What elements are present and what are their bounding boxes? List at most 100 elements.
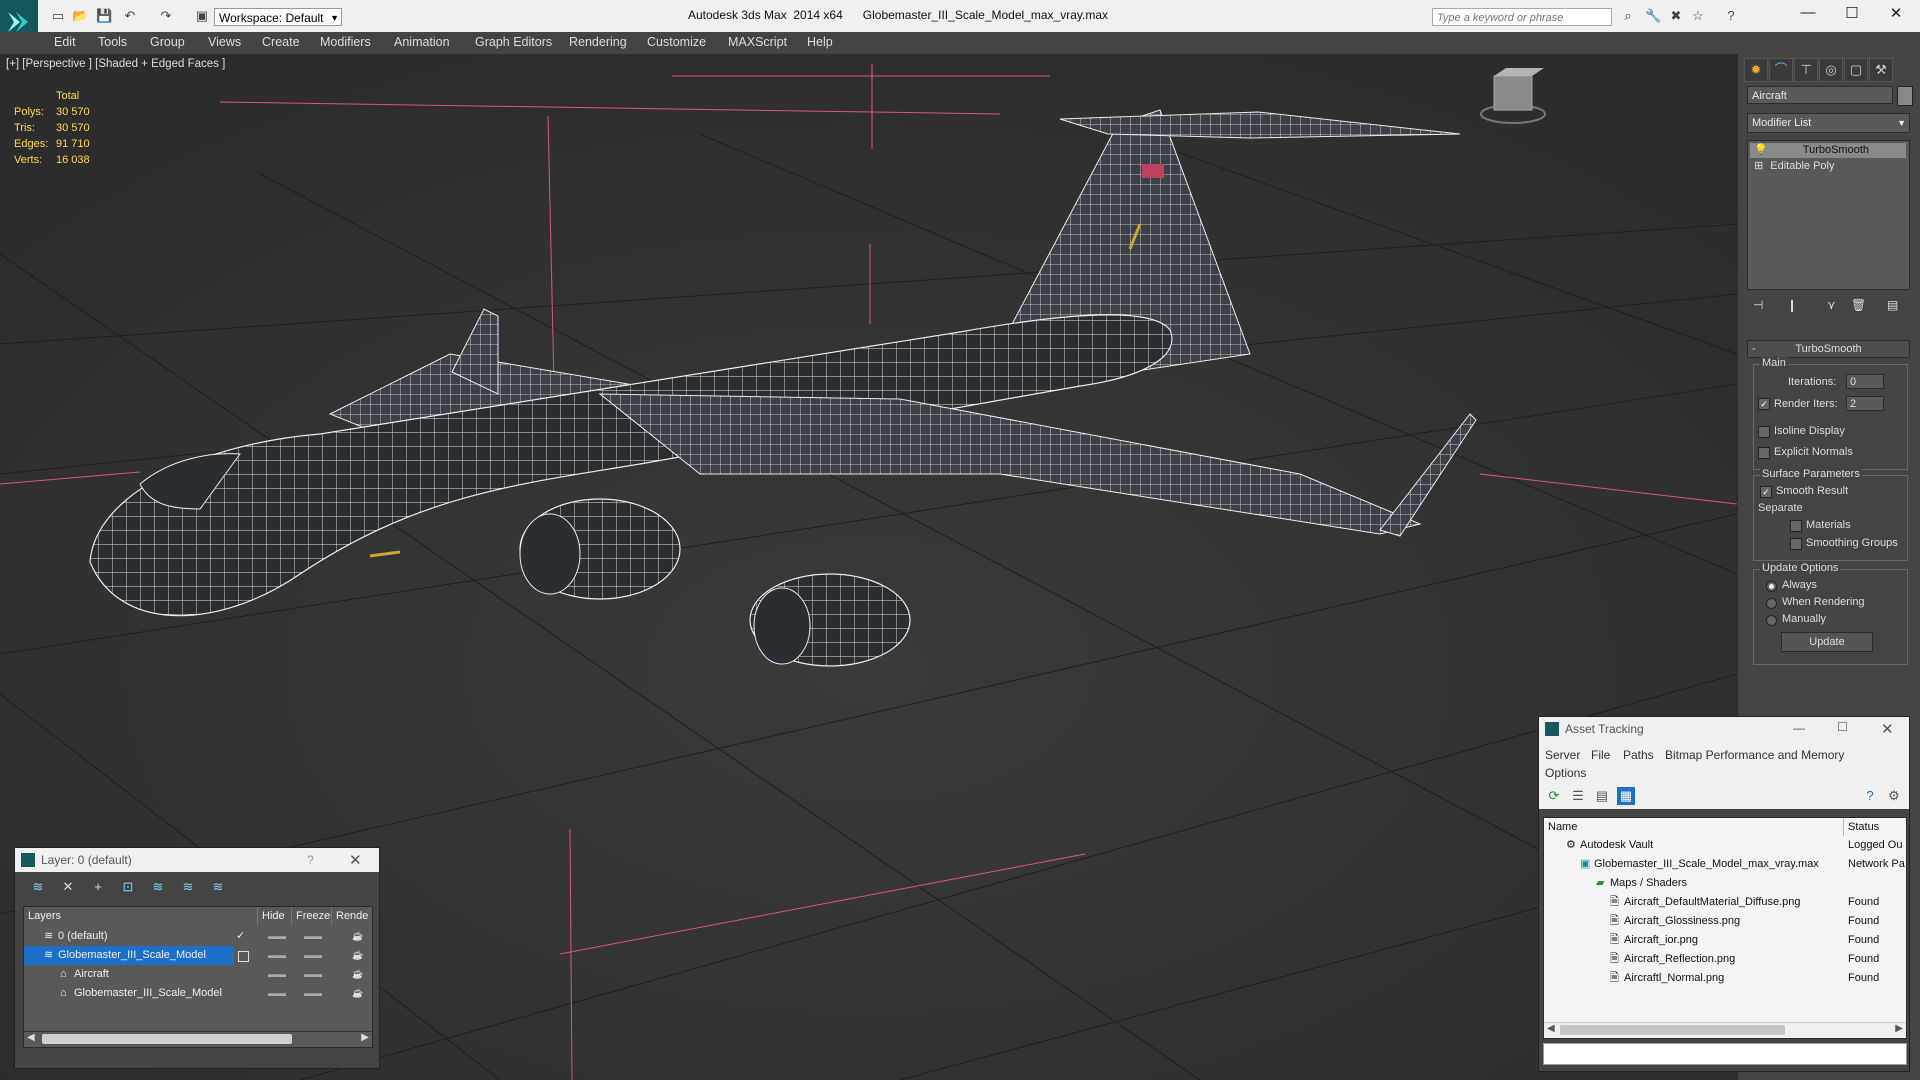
create-layer-icon[interactable]: ≋ <box>29 878 47 896</box>
make-unique-icon[interactable]: ⋎ <box>1827 298 1836 312</box>
asset-row[interactable]: 🗎 Aircraftl_Normal.png Found <box>1544 969 1906 988</box>
maximize-button[interactable]: ☐ <box>1832 4 1872 24</box>
menu-create[interactable]: Create <box>262 35 300 49</box>
settings-icon[interactable]: ⚙ <box>1885 787 1903 805</box>
render-teapot-icon[interactable]: ☕ <box>352 950 363 961</box>
menu-help[interactable]: Help <box>807 35 833 49</box>
render-teapot-icon[interactable]: ☕ <box>352 988 363 999</box>
save-icon[interactable]: 💾 <box>96 8 112 24</box>
menu-customize[interactable]: Customize <box>647 35 706 49</box>
modifier-list-dropdown[interactable]: Modifier List ▼ <box>1747 113 1910 133</box>
lightbulb-icon[interactable]: 💡 <box>1750 144 1772 156</box>
isoline-display-checkbox[interactable] <box>1758 426 1770 438</box>
render-iters-checkbox[interactable]: ✓ <box>1758 398 1770 410</box>
communication-icon[interactable]: ✖ <box>1668 8 1684 24</box>
set-current-layer-icon[interactable] <box>238 951 249 962</box>
active-layer-check-icon[interactable]: ✓ <box>236 927 245 946</box>
menu-graph-editors[interactable]: Graph Editors <box>475 35 552 49</box>
hide-all-layers-icon[interactable]: ≋ <box>179 878 197 896</box>
refresh-icon[interactable]: ⟳ <box>1545 787 1563 805</box>
hierarchy-tab-icon[interactable]: ⊤ <box>1794 58 1818 82</box>
render-teapot-icon[interactable]: ☕ <box>352 969 363 980</box>
pin-stack-icon[interactable]: ⊣ <box>1753 298 1763 312</box>
menu-modifiers[interactable]: Modifiers <box>320 35 371 49</box>
asset-row[interactable]: ▰ Maps / Shaders <box>1544 874 1906 893</box>
menu-bitmap-performance[interactable]: Bitmap Performance and Memory <box>1665 748 1844 762</box>
detail-view-icon[interactable]: ▤ <box>1593 787 1611 805</box>
manually-radio[interactable] <box>1766 615 1777 626</box>
remove-modifier-icon[interactable]: 🗑 <box>1851 298 1866 312</box>
asset-tracking-titlebar[interactable]: Asset Tracking — ☐ ✕ <box>1539 717 1909 743</box>
menu-animation[interactable]: Animation <box>394 35 450 49</box>
menu-file[interactable]: File <box>1591 748 1610 762</box>
add-to-layer-icon[interactable]: + <box>89 878 107 896</box>
iterations-spinner[interactable]: 0 <box>1846 374 1884 389</box>
smooth-result-checkbox[interactable]: ✓ <box>1760 486 1772 498</box>
freeze-toggle-2[interactable]: ▬▬ <box>304 950 322 960</box>
table-view-icon[interactable]: ▦ <box>1617 787 1635 805</box>
render-teapot-icon[interactable]: ☕ <box>352 931 363 942</box>
object-name-field[interactable]: Aircraft <box>1747 86 1893 104</box>
layer-dialog-titlebar[interactable]: Layer: 0 (default) ? ✕ <box>15 848 379 872</box>
open-file-icon[interactable]: 📂 <box>72 8 88 24</box>
update-button[interactable]: Update <box>1781 632 1873 652</box>
maximize-icon[interactable]: ☐ <box>1837 720 1848 734</box>
delete-layer-icon[interactable]: ✕ <box>59 878 77 896</box>
binoculars-icon[interactable]: ⌕ <box>1620 8 1636 24</box>
menu-options[interactable]: Options <box>1545 766 1586 780</box>
stack-item-editable-poly[interactable]: ⊞ Editable Poly <box>1750 159 1906 174</box>
menu-views[interactable]: Views <box>208 35 241 49</box>
asset-row[interactable]: 🗎 Aircraft_DefaultMaterial_Diffuse.png F… <box>1544 893 1906 912</box>
col-hide[interactable]: Hide <box>258 907 292 925</box>
asset-row[interactable]: 🗎 Aircraft_Glossiness.png Found <box>1544 912 1906 931</box>
smoothing-groups-checkbox[interactable] <box>1790 538 1802 550</box>
workspace-dropdown[interactable]: Workspace: Default ▼ <box>214 8 342 26</box>
col-layers[interactable]: Layers <box>24 907 258 925</box>
freeze-toggle-3[interactable]: ▬▬ <box>304 969 322 979</box>
hide-toggle-3[interactable]: ▬▬ <box>268 969 286 979</box>
freeze-toggle-1[interactable]: ▬▬ <box>304 931 322 941</box>
explicit-normals-checkbox[interactable] <box>1758 447 1770 459</box>
minimize-icon[interactable]: — <box>1793 721 1805 735</box>
turbosmooth-rollout-header[interactable]: - TurboSmooth <box>1747 340 1910 358</box>
hide-toggle-4[interactable]: ▬▬ <box>268 988 286 998</box>
list-view-icon[interactable]: ☰ <box>1569 787 1587 805</box>
modify-tab-icon[interactable]: ⌒ <box>1769 58 1793 82</box>
scroll-right-icon[interactable]: ▶ <box>361 1032 369 1043</box>
scroll-left-icon[interactable]: ◀ <box>27 1032 35 1043</box>
menu-server[interactable]: Server <box>1545 748 1580 762</box>
asset-row[interactable]: 🗎 Aircraft_Reflection.png Found <box>1544 950 1906 969</box>
close-icon[interactable]: ✕ <box>1881 720 1894 738</box>
stack-item-turbosmooth[interactable]: 💡 TurboSmooth <box>1750 143 1906 158</box>
minimize-button[interactable]: — <box>1788 4 1828 24</box>
highlight-layer-icon[interactable]: ≋ <box>149 878 167 896</box>
hide-toggle-2[interactable]: ▬▬ <box>268 950 286 960</box>
scroll-left-icon[interactable]: ◀ <box>1547 1023 1555 1034</box>
show-end-result-icon[interactable]: ❙ <box>1787 298 1797 312</box>
help-button[interactable]: ? <box>307 853 314 867</box>
help-icon[interactable]: ? <box>1861 787 1879 805</box>
expand-icon[interactable]: ⊞ <box>1750 160 1767 172</box>
undo-icon[interactable]: ↶ <box>122 8 138 24</box>
create-tab-icon[interactable]: ✹ <box>1744 58 1768 82</box>
asset-row[interactable]: ⚙ Autodesk Vault Logged Ou <box>1544 836 1906 855</box>
freeze-toggle-4[interactable]: ▬▬ <box>304 988 322 998</box>
render-iters-spinner[interactable]: 2 <box>1846 396 1884 411</box>
when-rendering-radio[interactable] <box>1766 598 1777 609</box>
subscription-icon[interactable]: 🔧 <box>1645 8 1661 24</box>
layer-row-globemaster[interactable]: ≋ Globemaster_III_Scale_Model <box>24 946 234 965</box>
asset-horizontal-scrollbar[interactable]: ◀ ▶ <box>1544 1022 1906 1037</box>
select-objects-icon[interactable]: ⊡ <box>119 878 137 896</box>
redo-icon[interactable]: ↷ <box>158 8 174 24</box>
materials-checkbox[interactable] <box>1790 520 1802 532</box>
menu-rendering[interactable]: Rendering <box>569 35 627 49</box>
menu-group[interactable]: Group <box>150 35 185 49</box>
always-radio[interactable] <box>1766 581 1777 592</box>
layer-horizontal-scrollbar[interactable]: ◀ ▶ <box>24 1031 372 1046</box>
asset-path-field[interactable] <box>1543 1043 1907 1065</box>
asset-row[interactable]: 🗎 Aircraft_ior.png Found <box>1544 931 1906 950</box>
asset-row[interactable]: ▣ Globemaster_III_Scale_Model_max_vray.m… <box>1544 855 1906 874</box>
scroll-right-icon[interactable]: ▶ <box>1895 1023 1903 1034</box>
hide-toggle-1[interactable]: ▬▬ <box>268 931 286 941</box>
favorites-icon[interactable]: ☆ <box>1690 8 1706 24</box>
